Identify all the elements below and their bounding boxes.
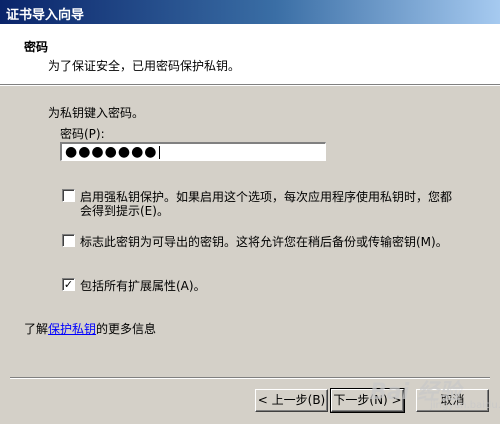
- strong-protection-label-cont[interactable]: 会得到提示(E)。: [80, 202, 169, 219]
- more-info-prefix: 了解: [24, 322, 49, 336]
- page-title: 密码: [24, 40, 49, 54]
- protect-private-key-link[interactable]: 保护私钥: [48, 322, 96, 336]
- exportable-key-label[interactable]: 标志此密钥为可导出的密钥。这将允许您在稍后备份或传输密钥(M)。: [80, 233, 448, 250]
- window-title: 证书导入向导: [6, 8, 85, 23]
- header-divider: [0, 85, 500, 86]
- page-subtitle: 为了保证安全，已用密码保护私钥。: [48, 59, 241, 73]
- more-info-suffix: 的更多信息: [96, 322, 157, 336]
- password-mask: ●●●●●●●: [65, 144, 158, 160]
- more-info-text: 了解保护私钥的更多信息: [24, 320, 156, 337]
- title-bar: 证书导入向导: [0, 0, 500, 24]
- check-icon: ✓: [63, 278, 74, 291]
- strong-protection-checkbox[interactable]: [62, 189, 75, 202]
- extended-properties-label[interactable]: 包括所有扩展属性(A)。: [80, 277, 206, 294]
- exportable-key-checkbox[interactable]: [62, 234, 75, 247]
- back-button[interactable]: < 上一步(B): [255, 389, 328, 412]
- wizard-header: 密码 为了保证安全，已用密码保护私钥。: [0, 24, 500, 85]
- watermark-url: jingyan.baidu.com: [430, 400, 500, 411]
- text-caret: [158, 145, 160, 159]
- instruction-text: 为私钥键入密码。: [48, 106, 145, 120]
- extended-properties-checkbox[interactable]: ✓: [62, 278, 75, 291]
- certificate-import-wizard: 证书导入向导 密码 为了保证安全，已用密码保护私钥。 为私钥键入密码。 密码(P…: [0, 0, 500, 424]
- password-label: 密码(P):: [60, 127, 105, 141]
- password-input[interactable]: ●●●●●●●: [60, 142, 326, 161]
